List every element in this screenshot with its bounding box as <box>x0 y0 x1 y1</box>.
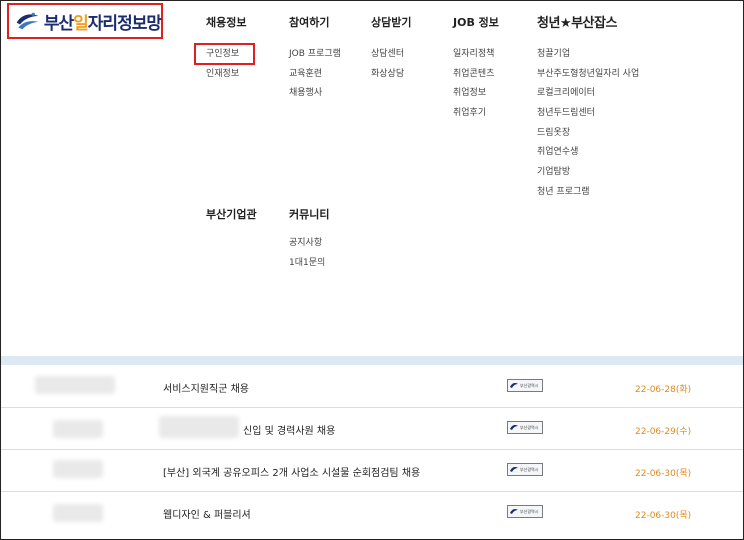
logo-text: 부산일자리정보망 <box>43 13 162 34</box>
nav-item-video-counseling[interactable]: 화상상담 <box>371 65 411 85</box>
busan-logo-icon <box>510 425 518 430</box>
nav-item-employment-info[interactable]: 취업정보 <box>453 84 499 104</box>
company-name-blurred <box>159 416 239 438</box>
busan-logo-icon <box>16 12 39 30</box>
nav-item-youth-4[interactable]: 드림옷장 <box>537 124 639 144</box>
nav-column-youth-jobs: 청년★부산잡스 청끌기업 부산주도형청년일자리 사업 로컬크리에이터 청년두드림… <box>537 12 639 203</box>
company-logo-blurred <box>53 460 103 478</box>
job-date: 22-06-29(수) <box>635 427 692 437</box>
job-row[interactable]: 신입 및 경력사원 채용 부산광역시 22-06-29(수) <box>1 408 743 450</box>
job-row[interactable]: 서비스지원직군 채용 부산광역시 22-06-28(화) <box>1 366 743 408</box>
nav-item-youth-3[interactable]: 청년두드림센터 <box>537 104 639 124</box>
company-logo-blurred <box>53 504 103 522</box>
busan-logo-icon <box>510 509 518 514</box>
nav-item-inquiry[interactable]: 1대1문의 <box>289 254 329 274</box>
busan-logo-icon <box>510 467 518 472</box>
nav-item-job-program[interactable]: JOB 프로그램 <box>289 45 341 65</box>
nav-head-participate[interactable]: 참여하기 <box>289 14 341 30</box>
nav-item-youth-7[interactable]: 청년 프로그램 <box>537 183 639 203</box>
nav-head-job-info[interactable]: JOB 정보 <box>453 14 499 30</box>
busan-city-badge: 부산광역시 <box>507 463 543 476</box>
job-row[interactable]: 웹디자인 & 퍼블리셔 부산광역시 22-06-30(목) <box>1 492 743 534</box>
nav-head-recruitment[interactable]: 채용정보 <box>206 14 246 30</box>
nav-head-busan-companies[interactable]: 부산기업관 <box>206 206 257 222</box>
nav-column-participate: 참여하기 JOB 프로그램 교육훈련 채용행사 <box>289 14 341 104</box>
nav-item-talent-info[interactable]: 인재정보 <box>206 65 246 85</box>
job-date: 22-06-28(화) <box>635 385 692 395</box>
nav-column-job-info: JOB 정보 일자리정책 취업콘텐츠 취업정보 취업후기 <box>453 14 499 124</box>
section-divider <box>1 356 743 365</box>
company-logo-blurred <box>35 376 115 394</box>
busan-city-badge: 부산광역시 <box>507 379 543 392</box>
busan-logo-icon <box>510 383 518 388</box>
nav-item-youth-1[interactable]: 부산주도형청년일자리 사업 <box>537 65 639 85</box>
nav-item-notice[interactable]: 공지사항 <box>289 234 329 254</box>
job-row[interactable]: [부산] 외국계 공유오피스 2개 사업소 시설물 순회점검팀 채용 부산광역시… <box>1 450 743 492</box>
job-title[interactable]: [부산] 외국계 공유오피스 2개 사업소 시설물 순회점검팀 채용 <box>163 464 420 479</box>
nav-head-youth-jobs[interactable]: 청년★부산잡스 <box>537 12 639 31</box>
nav-item-youth-2[interactable]: 로컬크리에이터 <box>537 84 639 104</box>
job-title[interactable]: 서비스지원직군 채용 <box>163 380 249 395</box>
nav-item-youth-6[interactable]: 기업탐방 <box>537 163 639 183</box>
nav-head-community[interactable]: 커뮤니티 <box>289 206 329 222</box>
company-logo-blurred <box>53 420 103 438</box>
nav-head-counseling[interactable]: 상담받기 <box>371 14 411 30</box>
busan-city-badge: 부산광역시 <box>507 421 543 434</box>
highlight-box <box>194 43 255 65</box>
nav-item-hiring-event[interactable]: 채용행사 <box>289 84 341 104</box>
nav-column-community: 커뮤니티 공지사항 1대1문의 <box>289 206 329 273</box>
logo[interactable]: 부산일자리정보망 <box>7 3 163 39</box>
job-date: 22-06-30(목) <box>635 469 692 479</box>
nav-column-counseling: 상담받기 상담센터 화상상담 <box>371 14 411 84</box>
nav-item-counseling-center[interactable]: 상담센터 <box>371 45 411 65</box>
nav-item-youth-5[interactable]: 취업연수생 <box>537 143 639 163</box>
nav-item-youth-0[interactable]: 청끌기업 <box>537 45 639 65</box>
job-title[interactable]: 신입 및 경력사원 채용 <box>243 422 335 437</box>
busan-city-badge: 부산광역시 <box>507 505 543 518</box>
job-title[interactable]: 웹디자인 & 퍼블리셔 <box>163 506 251 521</box>
nav-item-reviews[interactable]: 취업후기 <box>453 104 499 124</box>
nav-item-training[interactable]: 교육훈련 <box>289 65 341 85</box>
nav-item-job-contents[interactable]: 취업콘텐츠 <box>453 65 499 85</box>
nav-column-busan-companies: 부산기업관 <box>206 206 257 222</box>
nav-item-job-policy[interactable]: 일자리정책 <box>453 45 499 65</box>
job-date: 22-06-30(목) <box>635 511 692 521</box>
